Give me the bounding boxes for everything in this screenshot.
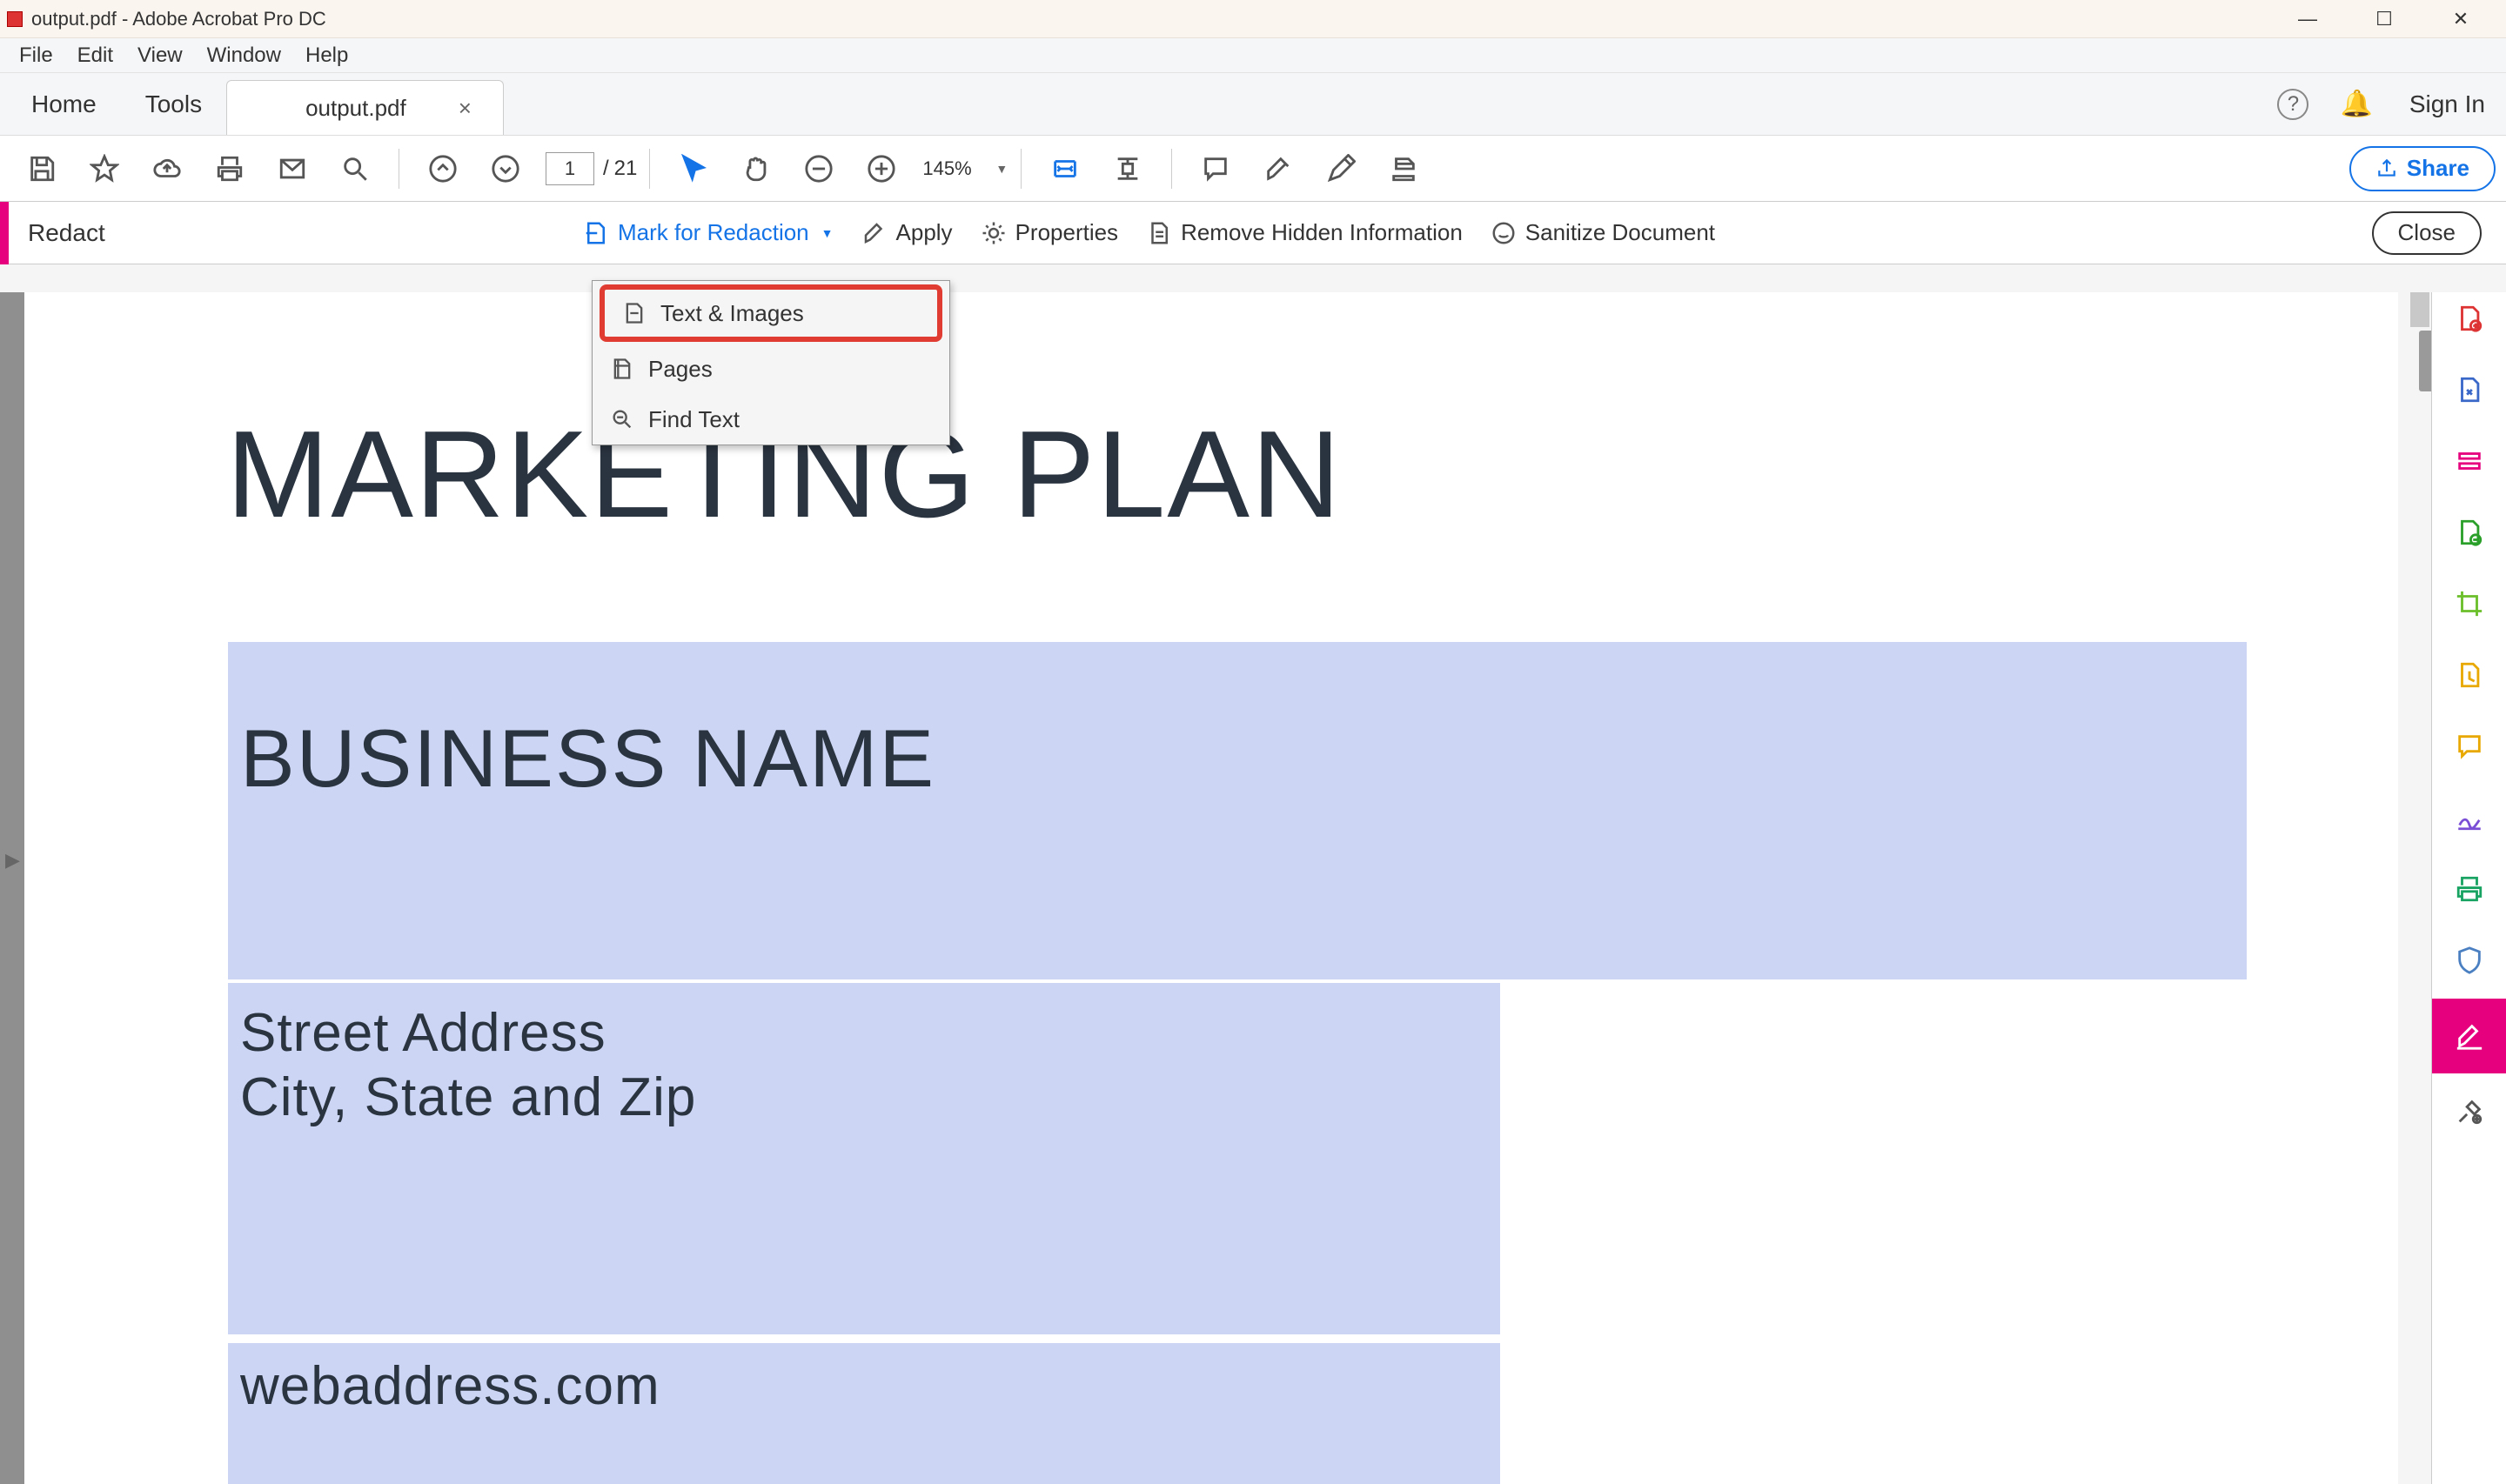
- menu-file[interactable]: File: [7, 38, 65, 73]
- menubar: File Edit View Window Help: [0, 38, 2506, 73]
- separator: [649, 149, 650, 189]
- menu-edit[interactable]: Edit: [65, 38, 125, 73]
- remove-hidden-info-button[interactable]: Remove Hidden Information: [1146, 219, 1463, 246]
- apply-label: Apply: [896, 219, 953, 246]
- page-total: 21: [614, 157, 638, 181]
- menu-window[interactable]: Window: [195, 38, 293, 73]
- address-line2: City, State and Zip: [240, 1066, 696, 1128]
- page-number-input[interactable]: [546, 152, 594, 185]
- save-icon[interactable]: [19, 146, 64, 191]
- sticky-note-icon[interactable]: [1193, 146, 1238, 191]
- separator: [1021, 149, 1022, 189]
- mark-for-redaction-button[interactable]: Mark for Redaction ▼: [583, 219, 834, 246]
- rail-more-tools-icon[interactable]: [2452, 1094, 2487, 1129]
- document-viewport[interactable]: ▶ MARKETING PLAN BUSINESS NAME Street Ad…: [0, 292, 2398, 1484]
- zoom-in-icon[interactable]: [859, 146, 904, 191]
- menu-view[interactable]: View: [125, 38, 195, 73]
- rail-comment-icon[interactable]: [2452, 729, 2487, 764]
- expand-panel-icon[interactable]: ▶: [5, 849, 20, 872]
- web-address-text: webaddress.com: [240, 1355, 660, 1417]
- rail-crop-icon[interactable]: [2452, 586, 2487, 621]
- highlight-icon[interactable]: [1256, 146, 1301, 191]
- document-tab-close-icon[interactable]: ×: [459, 95, 472, 122]
- cloud-upload-icon[interactable]: [144, 146, 190, 191]
- redact-title: Redact: [28, 219, 105, 247]
- web-box: webaddress.com: [228, 1343, 1500, 1484]
- close-label: Close: [2398, 219, 2456, 246]
- notifications-icon[interactable]: 🔔: [2340, 89, 2372, 119]
- separator: [1171, 149, 1172, 189]
- window-close-button[interactable]: ✕: [2422, 0, 2499, 38]
- pdf-page: MARKETING PLAN BUSINESS NAME Street Addr…: [24, 292, 2398, 1484]
- scrollbar-thumb[interactable]: [2410, 292, 2429, 327]
- menu-pages[interactable]: Pages: [593, 344, 949, 394]
- zoom-value-input[interactable]: [914, 151, 992, 186]
- hand-tool-icon[interactable]: [734, 146, 779, 191]
- properties-label: Properties: [1015, 219, 1119, 246]
- close-redact-button[interactable]: Close: [2372, 211, 2482, 255]
- tools-rail: [2431, 292, 2506, 1484]
- business-name-text: BUSINESS NAME: [240, 712, 935, 806]
- menu-text-and-images[interactable]: Text & Images: [600, 284, 942, 342]
- mark-for-redaction-menu: Text & Images Pages Find Text: [592, 280, 950, 445]
- menu-pages-label: Pages: [648, 356, 713, 383]
- document-tab[interactable]: output.pdf ×: [226, 80, 504, 135]
- tab-tools[interactable]: Tools: [121, 73, 226, 135]
- rail-collapse-handle[interactable]: [2419, 331, 2431, 391]
- window-title: output.pdf - Adobe Acrobat Pro DC: [31, 8, 326, 30]
- menu-find-text-label: Find Text: [648, 406, 740, 433]
- rail-rotate-icon[interactable]: [2452, 658, 2487, 692]
- help-icon[interactable]: ?: [2277, 89, 2308, 120]
- chevron-down-icon: ▼: [995, 162, 1008, 176]
- print-icon[interactable]: [207, 146, 252, 191]
- sanitize-document-button[interactable]: Sanitize Document: [1491, 219, 1715, 246]
- rail-fill-sign-icon[interactable]: [2452, 800, 2487, 835]
- business-name-box: BUSINESS NAME: [228, 642, 2247, 979]
- rail-edit-pdf-icon[interactable]: [2452, 444, 2487, 478]
- redaction-properties-button[interactable]: Properties: [981, 219, 1119, 246]
- acrobat-app-icon: [7, 11, 23, 27]
- rail-create-pdf-icon[interactable]: [2452, 301, 2487, 336]
- draw-icon[interactable]: [1318, 146, 1364, 191]
- window-maximize-button[interactable]: ☐: [2346, 0, 2422, 38]
- selection-tool-icon[interactable]: [671, 146, 716, 191]
- page-up-icon[interactable]: [420, 146, 466, 191]
- search-icon[interactable]: [332, 146, 378, 191]
- menu-text-images-label: Text & Images: [660, 300, 804, 327]
- rail-protect-icon[interactable]: [2452, 943, 2487, 978]
- document-tab-label: output.pdf: [305, 95, 406, 122]
- fit-width-icon[interactable]: [1042, 146, 1088, 191]
- sign-in-button[interactable]: Sign In: [2389, 90, 2506, 118]
- remove-hidden-label: Remove Hidden Information: [1181, 219, 1463, 246]
- share-button[interactable]: Share: [2349, 146, 2496, 191]
- redact-accent-bar: [0, 202, 9, 264]
- fit-page-icon[interactable]: [1105, 146, 1150, 191]
- email-icon[interactable]: [270, 146, 315, 191]
- window-minimize-button[interactable]: —: [2269, 0, 2346, 38]
- menu-find-text[interactable]: Find Text: [593, 394, 949, 445]
- address-line1: Street Address: [240, 1002, 606, 1064]
- rail-redact-icon[interactable]: [2432, 999, 2506, 1073]
- address-box: Street Address City, State and Zip: [228, 983, 1500, 1334]
- mark-for-redaction-label: Mark for Redaction: [618, 219, 809, 246]
- rail-send-icon[interactable]: [2452, 872, 2487, 906]
- zoom-out-icon[interactable]: [796, 146, 841, 191]
- page-down-icon[interactable]: [483, 146, 528, 191]
- rail-organize-icon[interactable]: [2452, 515, 2487, 550]
- sanitize-label: Sanitize Document: [1525, 219, 1715, 246]
- apply-redaction-button[interactable]: Apply: [861, 219, 953, 246]
- stamp-icon[interactable]: [1381, 146, 1426, 191]
- zoom-dropdown[interactable]: ▼: [913, 150, 1008, 187]
- star-icon[interactable]: [82, 146, 127, 191]
- menu-help[interactable]: Help: [293, 38, 360, 73]
- tab-home[interactable]: Home: [7, 73, 121, 135]
- chevron-down-icon: ▼: [821, 226, 834, 240]
- rail-export-pdf-icon[interactable]: [2452, 372, 2487, 407]
- share-label: Share: [2407, 155, 2469, 182]
- page-separator: /: [603, 157, 609, 181]
